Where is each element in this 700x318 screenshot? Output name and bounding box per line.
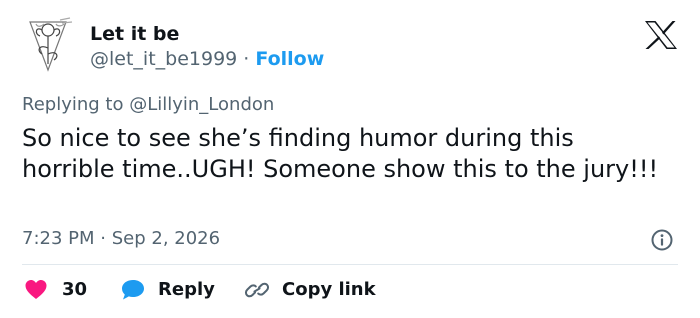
speech-bubble-icon	[122, 280, 144, 300]
follow-button[interactable]: Follow	[255, 48, 324, 70]
handle-separator: ·	[243, 48, 250, 70]
author-handle-row: @let_it_be1999 · Follow	[90, 47, 324, 71]
avatar[interactable]	[20, 14, 76, 76]
timestamp[interactable]: 7:23 PM · Sep 2, 2026	[22, 227, 220, 251]
tweet-date: Sep 2, 2026	[111, 228, 221, 249]
reply-prefix: Replying to	[22, 94, 124, 115]
like-button[interactable]: 30	[24, 277, 87, 303]
heart-icon	[25, 280, 47, 299]
divider	[22, 264, 678, 265]
link-icon	[244, 282, 270, 298]
tweet-time: 7:23 PM	[22, 228, 95, 249]
line-art-flower-avatar-icon	[29, 17, 73, 72]
reply-button[interactable]: Reply	[120, 277, 215, 303]
reply-context: Replying to @Lillyin_London	[22, 93, 274, 117]
copy-link-label: Copy link	[282, 279, 376, 300]
tweet-card: Let it be @let_it_be1999 · Follow Replyi…	[0, 0, 700, 318]
copy-link-button[interactable]: Copy link	[244, 277, 376, 303]
reply-label: Reply	[158, 279, 215, 300]
tweet-text: So nice to see she’s finding humor durin…	[22, 124, 659, 183]
info-icon[interactable]	[650, 228, 674, 252]
author-display-name[interactable]: Let it be	[90, 22, 179, 46]
author-handle[interactable]: @let_it_be1999	[90, 48, 237, 70]
like-count: 30	[62, 279, 88, 300]
time-separator: ·	[100, 228, 106, 249]
x-logo-icon[interactable]	[644, 20, 678, 50]
reply-target-handle[interactable]: @Lillyin_London	[129, 94, 274, 115]
